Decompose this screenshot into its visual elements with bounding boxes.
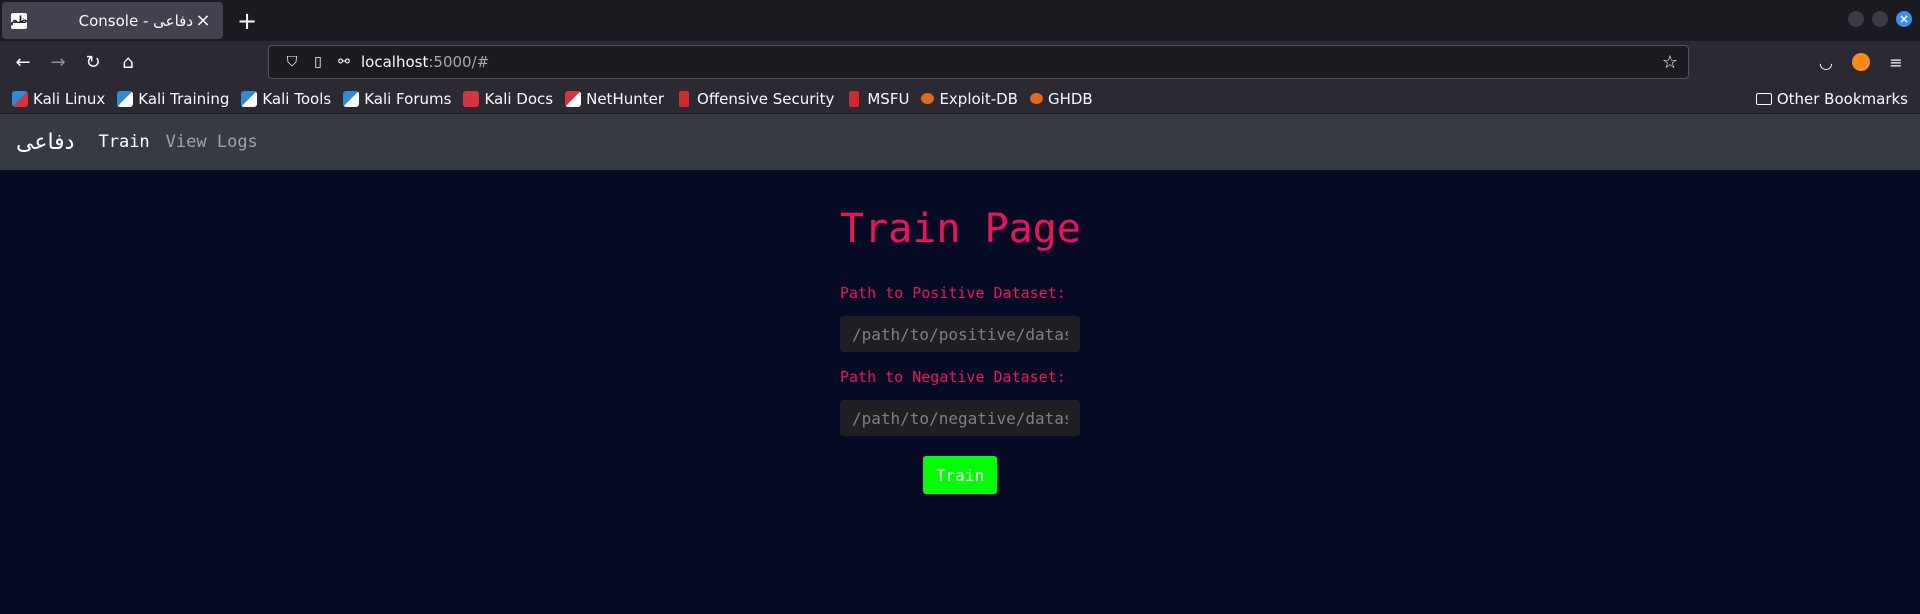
new-tab-icon[interactable]: + xyxy=(235,9,259,33)
brand-logo[interactable]: دفاعی xyxy=(16,130,74,155)
page-icon[interactable]: ▯ xyxy=(305,54,331,70)
negative-dataset-label: Path to Negative Dataset: xyxy=(840,368,1066,386)
tab-title: دفاعی - Console xyxy=(78,11,193,30)
bookmark-kali-training[interactable]: Kali Training xyxy=(117,90,229,108)
browser-toolbar: ← → ↻ ⌂ ⛉ ▯ ⚯ localhost:5000/# ☆ ◡ ≡ xyxy=(0,41,1920,84)
train-button[interactable]: Train xyxy=(923,456,997,494)
bookmark-kali-tools[interactable]: Kali Tools xyxy=(241,90,331,108)
negative-dataset-input[interactable] xyxy=(840,400,1080,436)
folder-icon xyxy=(1755,92,1772,105)
other-bookmarks[interactable]: Other Bookmarks xyxy=(1755,90,1908,108)
offsec-icon xyxy=(849,90,860,107)
exploit-db-icon xyxy=(1029,93,1043,104)
kali-icon xyxy=(241,90,258,107)
close-window-icon[interactable]: × xyxy=(1896,11,1912,27)
train-form: Train Page Path to Positive Dataset: Pat… xyxy=(840,206,1081,494)
positive-dataset-input[interactable] xyxy=(840,316,1080,352)
tab-close-icon[interactable]: × xyxy=(193,10,213,31)
nethunter-icon xyxy=(565,90,582,107)
extension-fox-icon[interactable] xyxy=(1852,53,1870,71)
bookmark-ghdb[interactable]: GHDB xyxy=(1029,90,1093,108)
app-navbar: دفاعی Train View Logs xyxy=(0,114,1920,170)
positive-dataset-label: Path to Positive Dataset: xyxy=(840,284,1066,302)
tab-bar: ظم دفاعی - Console × + × xyxy=(0,0,1920,41)
menu-icon[interactable]: ≡ xyxy=(1884,47,1908,77)
minimize-window-icon[interactable] xyxy=(1848,11,1864,27)
home-icon[interactable]: ⌂ xyxy=(112,47,144,79)
window-controls: × xyxy=(1848,11,1912,27)
main-content: Train Page Path to Positive Dataset: Pat… xyxy=(0,170,1920,613)
url-bar[interactable]: ⛉ ▯ ⚯ localhost:5000/# ☆ xyxy=(268,45,1689,79)
kali-icon xyxy=(117,90,134,107)
bookmark-kali-forums[interactable]: Kali Forums xyxy=(343,90,451,108)
bookmark-kali-linux[interactable]: Kali Linux xyxy=(12,90,105,108)
button-row: Train xyxy=(840,456,1080,494)
nav-link-train[interactable]: Train xyxy=(98,132,149,152)
pocket-icon[interactable]: ◡ xyxy=(1814,47,1838,77)
bookmark-star-icon[interactable]: ☆ xyxy=(1662,52,1678,73)
kali-icon xyxy=(343,90,360,107)
url-host: localhost xyxy=(361,53,429,71)
bookmark-kali-docs[interactable]: Kali Docs xyxy=(463,90,553,108)
bookmark-nethunter[interactable]: NetHunter xyxy=(565,90,664,108)
browser-tab[interactable]: ظم دفاعی - Console × xyxy=(2,2,223,39)
tab-favicon-icon: ظم xyxy=(10,12,28,29)
forward-arrow-icon[interactable]: → xyxy=(42,47,74,79)
reload-icon[interactable]: ↻ xyxy=(77,47,109,79)
bookmark-offensive-security[interactable]: Offensive Security xyxy=(676,90,834,108)
exploit-db-icon xyxy=(921,93,935,104)
docs-icon xyxy=(463,90,480,107)
bookmark-exploit-db[interactable]: Exploit-DB xyxy=(921,90,1018,108)
shield-icon[interactable]: ⛉ xyxy=(279,54,305,70)
url-path: :5000/# xyxy=(428,53,490,71)
kali-icon xyxy=(12,90,28,107)
nav-link-view-logs[interactable]: View Logs xyxy=(166,132,258,152)
page-title: Train Page xyxy=(840,206,1081,252)
offsec-icon xyxy=(679,90,690,107)
bookmarks-bar: Kali Linux Kali Training Kali Tools Kali… xyxy=(0,84,1920,114)
back-arrow-icon[interactable]: ← xyxy=(7,47,39,79)
permissions-icon[interactable]: ⚯ xyxy=(331,54,357,70)
maximize-window-icon[interactable] xyxy=(1872,11,1888,27)
bookmark-msfu[interactable]: MSFU xyxy=(846,90,909,108)
